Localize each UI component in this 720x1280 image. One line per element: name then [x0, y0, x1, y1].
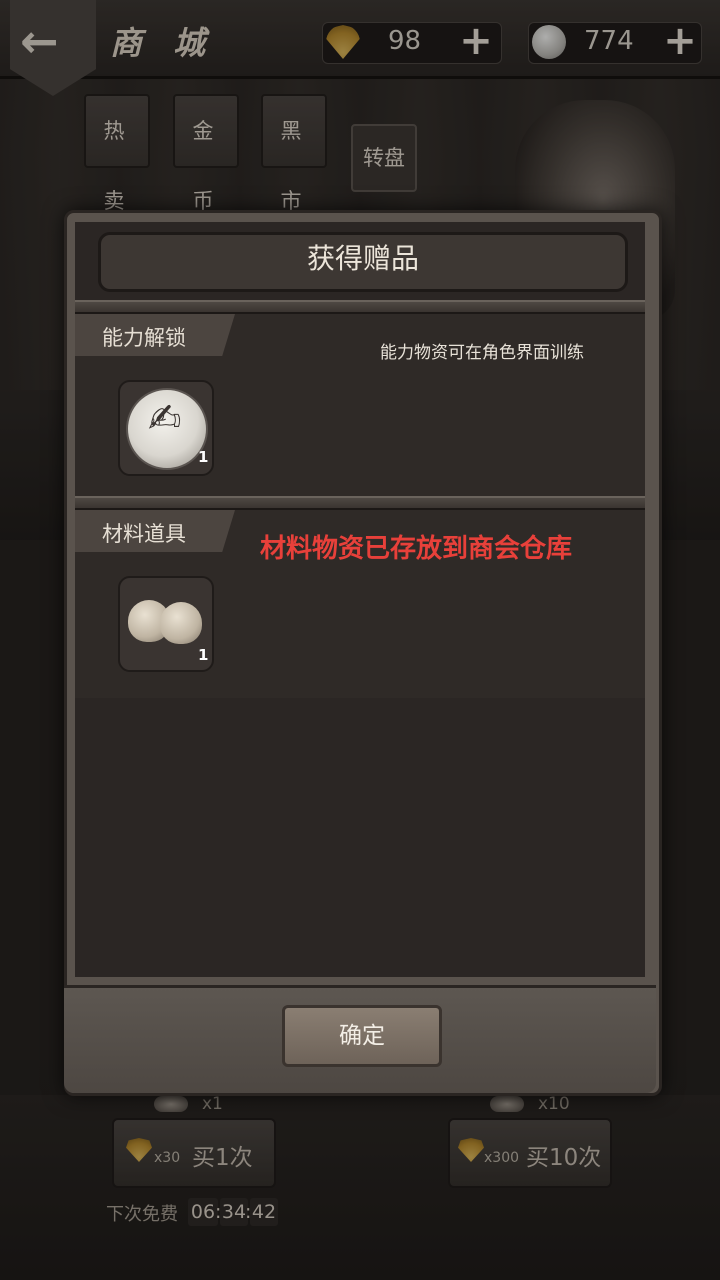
item-count: 1 — [198, 448, 209, 466]
dialog-title: 获得赠品 — [306, 242, 419, 275]
section-divider — [75, 300, 645, 314]
material-section-label: 材料道具 — [102, 522, 186, 546]
confirm-button-label: 确定 — [339, 1023, 385, 1049]
ability-section-label: 能力解锁 — [102, 326, 186, 350]
hand-icon: ✍ — [148, 396, 182, 442]
section-divider — [75, 496, 645, 510]
ability-section-note: 能力物资可在角色界面训练 — [380, 343, 584, 363]
garlic-icon — [128, 594, 204, 646]
dialog-empty-area — [75, 698, 645, 977]
material-section-note: 材料物资已存放到商会仓库 — [260, 534, 573, 564]
item-count: 1 — [198, 646, 209, 664]
